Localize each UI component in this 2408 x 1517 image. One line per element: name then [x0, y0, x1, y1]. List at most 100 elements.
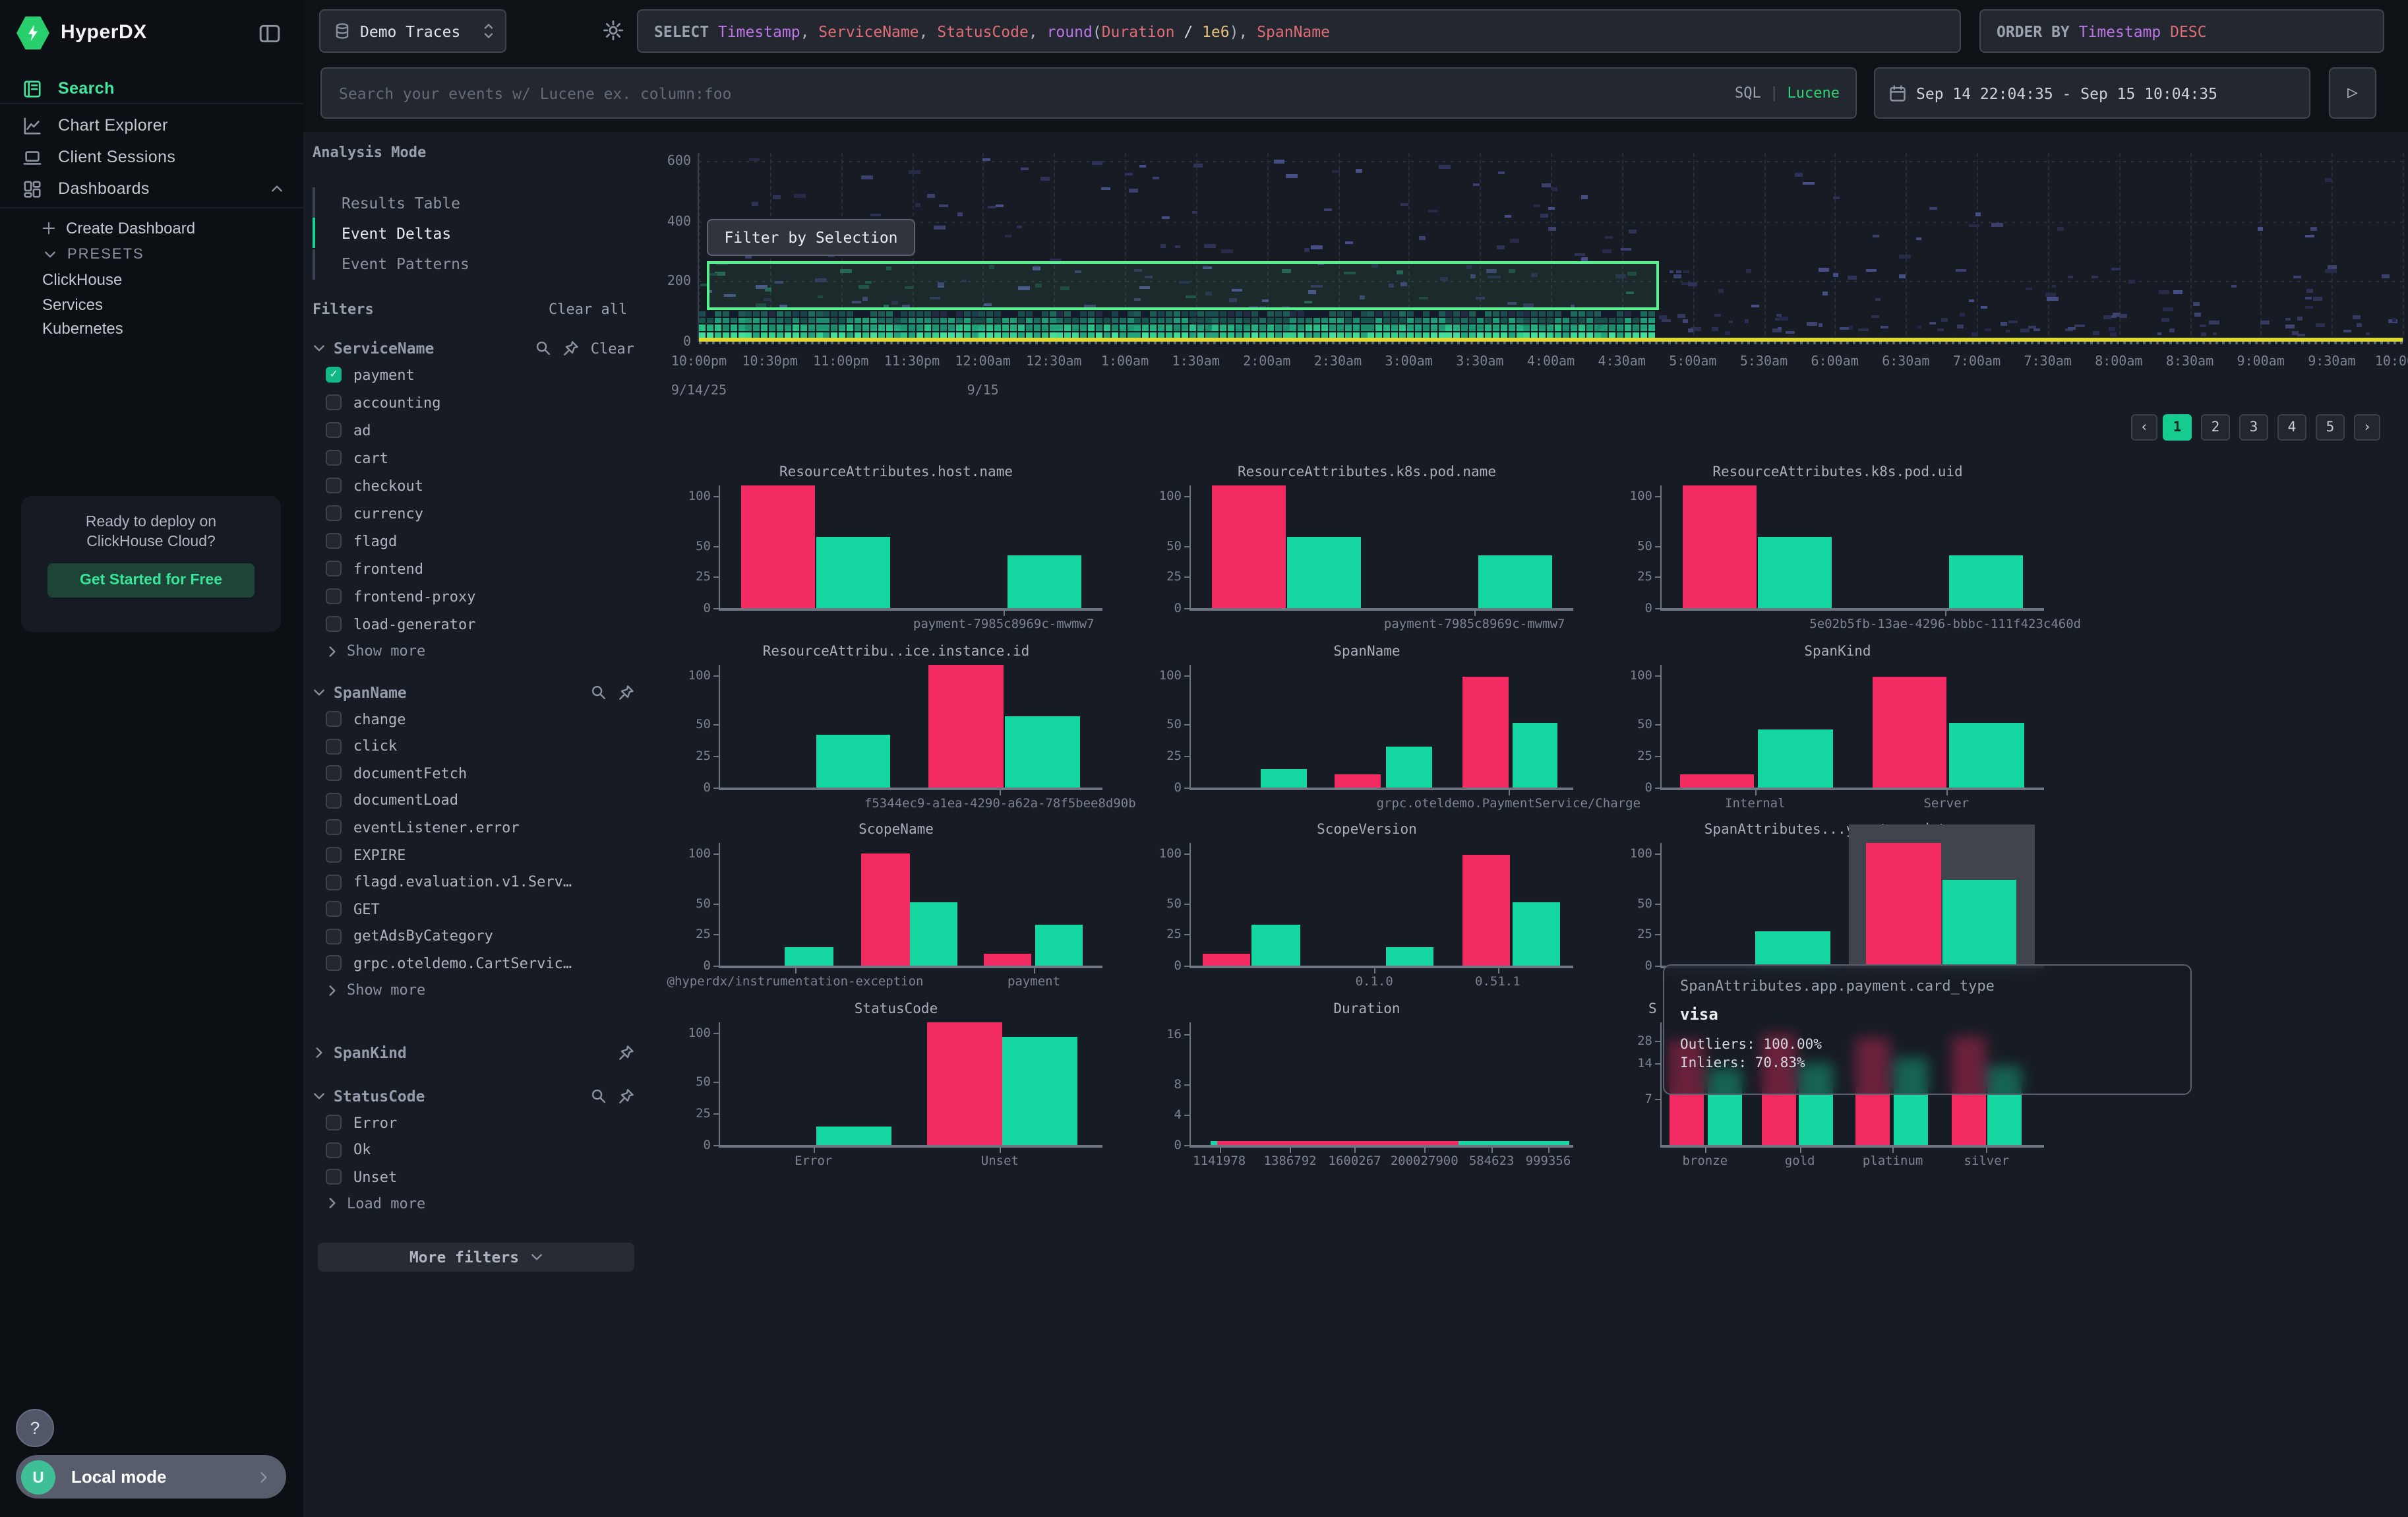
filter-option-getadsbycategory[interactable]: getAdsByCategory: [326, 926, 629, 947]
checkbox[interactable]: [326, 422, 342, 438]
mode-event-patterns[interactable]: Event Patterns: [313, 249, 589, 280]
page-button-4[interactable]: 4: [2277, 414, 2306, 441]
user-menu[interactable]: U Local mode: [16, 1455, 286, 1499]
checkbox[interactable]: [326, 765, 342, 781]
checkbox[interactable]: [326, 874, 342, 890]
filter-group-spankind[interactable]: SpanKind: [313, 1042, 634, 1063]
inlier-bar[interactable]: [1386, 947, 1434, 966]
pin-icon[interactable]: [618, 1088, 634, 1104]
inlier-bar[interactable]: [1005, 716, 1079, 787]
inlier-bar[interactable]: [1478, 555, 1552, 608]
page-prev-button[interactable]: ‹: [2131, 414, 2157, 441]
filter-option-load-generator[interactable]: load-generator: [326, 613, 629, 635]
outlier-bar[interactable]: [1462, 855, 1511, 966]
inlier-bar[interactable]: [1757, 537, 1832, 608]
preset-item-clickhouse[interactable]: ClickHouse: [42, 270, 122, 289]
show-more-link[interactable]: Show more: [326, 981, 425, 999]
search-icon[interactable]: [591, 1088, 607, 1104]
data-source-select[interactable]: Demo Traces: [319, 9, 506, 53]
gear-icon[interactable]: [600, 17, 626, 44]
inlier-bar[interactable]: [1758, 729, 1832, 787]
filter-option-frontend[interactable]: frontend: [326, 558, 629, 579]
checkbox[interactable]: [326, 929, 342, 944]
heatmap-selection-region[interactable]: [707, 261, 1659, 310]
inlier-bar[interactable]: [1252, 925, 1300, 966]
outlier-bar[interactable]: [862, 854, 910, 966]
filter-option-checkout[interactable]: checkout: [326, 475, 629, 496]
filter-option-ok[interactable]: Ok: [326, 1139, 629, 1160]
sql-mode[interactable]: SQL: [1735, 84, 1761, 102]
outlier-bar[interactable]: [1873, 677, 1947, 787]
checkbox[interactable]: [326, 533, 342, 549]
filter-option-accounting[interactable]: accounting: [326, 392, 629, 413]
checkbox[interactable]: [326, 505, 342, 521]
select-clause-input[interactable]: SELECT Timestamp, ServiceName, StatusCod…: [637, 9, 1961, 53]
page-button-5[interactable]: 5: [2316, 414, 2345, 441]
inlier-bar[interactable]: [816, 1126, 891, 1144]
filter-option-click[interactable]: click: [326, 735, 629, 757]
pin-icon[interactable]: [618, 685, 634, 700]
pin-icon[interactable]: [618, 1045, 634, 1061]
preset-item-services[interactable]: Services: [42, 295, 103, 313]
checkbox[interactable]: [326, 561, 342, 576]
inlier-bar[interactable]: [816, 734, 890, 787]
inlier-bar[interactable]: [816, 537, 890, 608]
outlier-bar[interactable]: [984, 953, 1032, 966]
page-button-1[interactable]: 1: [2163, 414, 2192, 441]
inlier-bar[interactable]: [785, 947, 833, 966]
show-more-link[interactable]: Show more: [326, 642, 425, 660]
preset-item-kubernetes[interactable]: Kubernetes: [42, 319, 123, 338]
checkbox[interactable]: ✓: [326, 367, 342, 383]
clear-link[interactable]: Clear: [591, 340, 634, 357]
mode-results-table[interactable]: Results Table: [313, 187, 589, 218]
outlier-bar[interactable]: [928, 664, 1003, 787]
inlier-bar[interactable]: [1948, 555, 2023, 608]
lucene-mode[interactable]: Lucene: [1788, 84, 1840, 102]
checkbox[interactable]: [326, 738, 342, 754]
sidebar-collapse-icon[interactable]: [256, 20, 282, 46]
inlier-bar[interactable]: [1002, 1036, 1077, 1144]
outlier-bar[interactable]: [1212, 485, 1286, 608]
presets-toggle[interactable]: PRESETS: [44, 247, 144, 263]
checkbox[interactable]: [326, 820, 342, 836]
filter-option-flagd-evaluation-v1-serv-[interactable]: flagd.evaluation.v1.Serv…: [326, 871, 629, 892]
get-started-button[interactable]: Get Started for Free: [47, 563, 255, 598]
inlier-bar[interactable]: [1386, 747, 1432, 787]
filter-option-eventlistener-error[interactable]: eventListener.error: [326, 817, 629, 838]
sidebar-item-search[interactable]: Search: [0, 73, 302, 104]
language-toggle[interactable]: SQL | Lucene: [1735, 84, 1840, 102]
filter-by-selection-button[interactable]: Filter by Selection: [707, 219, 915, 256]
load-more-link[interactable]: Load more: [326, 1195, 425, 1212]
inlier-bar[interactable]: [910, 902, 958, 966]
filter-option-currency[interactable]: currency: [326, 503, 629, 524]
filter-group-statuscode[interactable]: StatusCode: [313, 1086, 634, 1107]
filter-option-get[interactable]: GET: [326, 898, 629, 919]
page-button-3[interactable]: 3: [2239, 414, 2268, 441]
filter-option-grpc-oteldemo-cartservic-[interactable]: grpc.oteldemo.CartServic…: [326, 953, 629, 974]
sidebar-item-client-sessions[interactable]: Client Sessions: [0, 141, 302, 173]
filter-option-change[interactable]: change: [326, 708, 629, 729]
filter-option-ad[interactable]: ad: [326, 419, 629, 441]
run-query-button[interactable]: ▷: [2329, 67, 2376, 119]
filter-option-error[interactable]: Error: [326, 1112, 629, 1133]
sidebar-item-chart-explorer[interactable]: Chart Explorer: [0, 109, 302, 141]
outlier-bar[interactable]: [1683, 485, 1757, 608]
checkbox[interactable]: [326, 711, 342, 727]
inlier-bar[interactable]: [1261, 768, 1307, 787]
search-icon[interactable]: [535, 340, 551, 356]
mode-event-deltas[interactable]: Event Deltas: [313, 218, 589, 249]
filter-option-flagd[interactable]: flagd: [326, 530, 629, 551]
outlier-bar[interactable]: [1202, 953, 1250, 966]
outlier-bar[interactable]: [1679, 774, 1754, 787]
inlier-bar[interactable]: [1512, 723, 1558, 787]
checkbox[interactable]: [326, 588, 342, 604]
filter-option-unset[interactable]: Unset: [326, 1166, 629, 1187]
filter-group-spanname[interactable]: SpanName: [313, 682, 634, 703]
inlier-bar[interactable]: [1755, 931, 1830, 966]
inlier-bar[interactable]: [1286, 537, 1361, 608]
order-by-input[interactable]: ORDER BY Timestamp DESC: [1979, 9, 2384, 53]
filter-option-documentfetch[interactable]: documentFetch: [326, 762, 629, 784]
inlier-bar[interactable]: [1512, 902, 1560, 966]
page-next-button[interactable]: ›: [2354, 414, 2380, 441]
checkbox[interactable]: [326, 1142, 342, 1158]
